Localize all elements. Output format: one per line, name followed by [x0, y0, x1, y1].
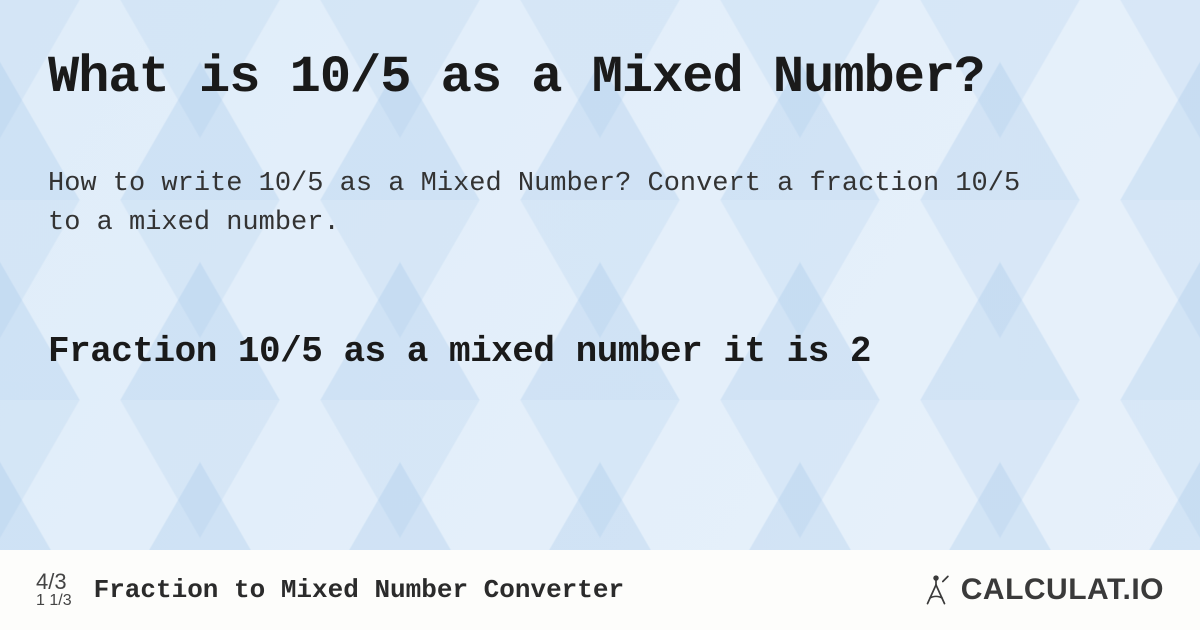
brand: CALCULAT.IO: [919, 573, 1164, 607]
compass-icon: [919, 573, 953, 607]
tool-name: Fraction to Mixed Number Converter: [94, 575, 625, 605]
description-text: How to write 10/5 as a Mixed Number? Con…: [48, 165, 1068, 243]
answer-heading: Fraction 10/5 as a mixed number it is 2: [48, 331, 1152, 372]
footer-left: 4/3 1 1/3 Fraction to Mixed Number Conve…: [36, 570, 624, 610]
fraction-icon: 4/3 1 1/3: [36, 570, 72, 610]
main-content: What is 10/5 as a Mixed Number? How to w…: [0, 0, 1200, 630]
footer-bar: 4/3 1 1/3 Fraction to Mixed Number Conve…: [0, 550, 1200, 630]
brand-name: CALCULAT.IO: [961, 573, 1164, 607]
page-title: What is 10/5 as a Mixed Number?: [48, 48, 1152, 107]
fraction-icon-bottom: 1 1/3: [36, 593, 72, 610]
fraction-icon-top: 4/3: [36, 570, 67, 593]
